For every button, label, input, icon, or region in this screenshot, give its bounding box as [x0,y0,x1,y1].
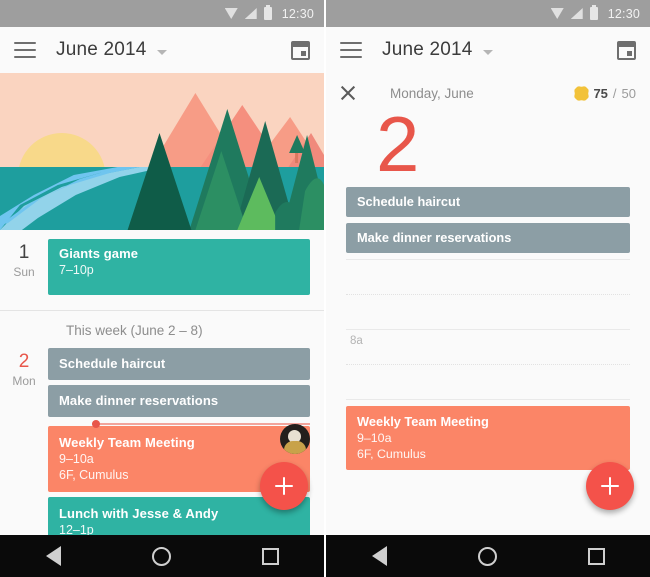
day-number: 1 [18,242,30,263]
hour-slot[interactable]: 8a [346,330,630,364]
goal-target: 50 [621,85,636,101]
status-bar: 12:30 [326,0,650,27]
hour-line [346,398,630,400]
detail-header: Monday, June 75 / 50 [326,73,650,105]
page-title: June 2014 [382,39,473,60]
task-title: Schedule haircut [59,356,166,371]
back-triangle-icon[interactable] [371,546,387,566]
event-title: Lunch with Jesse & Andy [59,506,219,521]
event-location: 6F, Cumulus [357,446,426,461]
goal-star-icon [574,85,590,101]
event-time: 9–10a [59,452,94,466]
goal-current: 75 [593,85,608,101]
android-nav-bar [326,535,650,577]
calendar-today-icon[interactable] [617,40,636,60]
goal-badge[interactable]: 75 / 50 [574,85,636,101]
event-title: Weekly Team Meeting [357,413,489,429]
day-events: Giants game 7–10p [48,239,324,300]
battery-icon [589,5,598,20]
hour-slot[interactable] [346,295,630,329]
hour-grid: 8a Weekly Team Meeting 9–10a 6F, Cumulus [326,258,650,470]
hour-label: 8a [350,334,363,347]
add-event-fab[interactable] [260,462,308,510]
signal-icon [570,8,583,19]
day-number: 2 [18,351,30,372]
home-circle-icon[interactable] [151,546,171,566]
hour-slot[interactable] [346,365,630,399]
june-landscape-illustration [0,73,324,230]
page-title: June 2014 [56,39,147,60]
plus-icon [601,477,619,495]
phone-screen-day-detail-view: 12:30 June 2014 Monday, June 75 / 50 2 S… [324,0,650,577]
event-card[interactable]: Giants game 7–10p [48,239,310,295]
back-triangle-icon[interactable] [45,546,61,566]
close-icon[interactable] [340,85,356,101]
landscape-svg [0,73,324,230]
home-circle-icon[interactable] [477,546,497,566]
caret-down-icon[interactable] [156,50,167,55]
recents-square-icon[interactable] [587,547,605,565]
task-card[interactable]: Make dinner reservations [346,222,630,253]
event-time: 9–10a [357,430,392,445]
android-nav-bar [0,535,324,577]
phone-screen-schedule-view: 12:30 June 2014 1 Sun Giants game 7–10p … [0,0,324,577]
status-bar-clock: 12:30 [281,6,314,21]
day-weekday: Sun [13,264,35,279]
day-weekday: Mon [12,373,36,388]
event-time: 7–10p [59,263,94,277]
app-bar: June 2014 [326,27,650,73]
task-card[interactable]: Schedule haircut [48,348,310,380]
app-bar: June 2014 [0,27,324,73]
calendar-today-icon[interactable] [291,40,310,60]
event-card[interactable]: Weekly Team Meeting 9–10a 6F, Cumulus [346,405,630,470]
wifi-icon [550,8,564,19]
status-bar-icons: 12:30 [224,5,314,21]
now-dot [92,420,100,428]
wifi-icon [224,8,238,19]
day-number-large: 2 [376,100,420,188]
signal-icon [244,8,257,19]
add-event-fab[interactable] [586,462,634,510]
event-title: Weekly Team Meeting [59,435,195,450]
status-bar: 12:30 [0,0,324,27]
status-bar-clock: 12:30 [607,6,640,21]
caret-down-icon[interactable] [482,50,493,55]
task-card[interactable]: Make dinner reservations [48,385,310,417]
task-title: Make dinner reservations [357,229,512,245]
avatar-body [284,441,306,454]
day-marker: 2 Mon [0,348,48,535]
attendee-avatar[interactable] [280,424,310,454]
event-time: 12–1p [59,523,94,535]
recents-square-icon[interactable] [261,547,279,565]
now-line [92,423,310,425]
goal-separator: / [612,85,617,101]
day-row[interactable]: 1 Sun Giants game 7–10p [0,230,324,310]
task-title: Make dinner reservations [59,393,219,408]
day-marker: 1 Sun [0,239,48,300]
task-title: Schedule haircut [357,193,461,209]
event-title: Giants game [59,246,139,261]
hamburger-menu-icon[interactable] [340,42,362,58]
detail-task-list: Schedule haircut Make dinner reservation… [326,186,650,253]
dual-phone-screenshot: 12:30 June 2014 1 Sun Giants game 7–10p … [0,0,650,577]
hamburger-menu-icon[interactable] [14,42,36,58]
battery-icon [263,5,272,20]
hour-slot[interactable] [346,260,630,294]
plus-icon [275,477,293,495]
task-card[interactable]: Schedule haircut [346,186,630,217]
week-label: This week (June 2 – 8) [66,323,203,338]
status-bar-icons: 12:30 [550,5,640,21]
detail-date-label: Monday, June [390,85,474,101]
